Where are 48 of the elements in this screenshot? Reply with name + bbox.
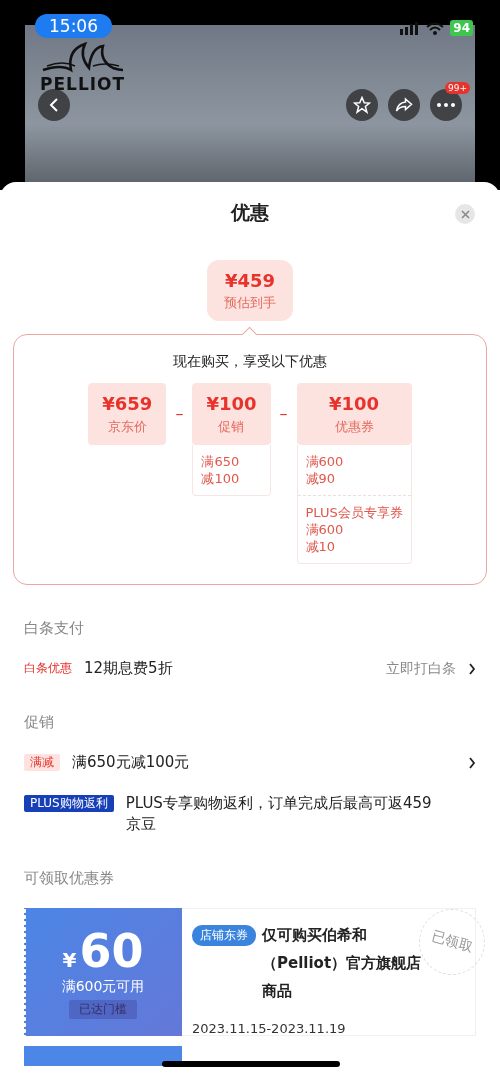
detail-text: 满600 xyxy=(305,453,345,470)
baitiao-tag: 白条优惠 xyxy=(24,658,72,679)
promo-tag: 满减 xyxy=(24,754,60,771)
minus-sign: – xyxy=(174,403,185,425)
tile-label: 京东价 xyxy=(107,417,147,436)
tile-amount: ¥100 xyxy=(329,392,380,414)
section-title: 可领取优惠券 xyxy=(24,869,115,888)
tile-amount: ¥100 xyxy=(206,392,257,414)
detail-text: 减90 xyxy=(305,470,337,487)
brand-logo-text: PELLIOT xyxy=(40,74,126,94)
tile-label: 促销 xyxy=(218,417,245,436)
promo-text: PLUS专享购物返利，订单完成后最高可返459京豆 xyxy=(125,793,433,835)
close-button[interactable] xyxy=(455,204,475,224)
coupon-dates: 2023.11.15-2023.11.19 xyxy=(192,1021,347,1036)
share-icon xyxy=(395,97,413,113)
status-time: 15:06 xyxy=(35,14,112,38)
promo-tag: PLUS购物返利 xyxy=(24,795,114,812)
chevron-right-icon[interactable] xyxy=(468,757,476,769)
minus-sign: – xyxy=(278,403,289,425)
sheet-title: 优惠 xyxy=(231,200,269,225)
battery-level: 94 xyxy=(450,20,473,36)
baitiao-link[interactable]: 立即打白条 xyxy=(386,658,456,679)
signal-icon xyxy=(400,21,421,35)
back-icon xyxy=(48,97,60,113)
section-title: 白条支付 xyxy=(24,619,85,638)
tile-amount: ¥659 xyxy=(102,392,153,414)
coupon-condition: 满600元可用 xyxy=(61,977,145,996)
wave-logo-icon xyxy=(40,40,125,74)
promo-text: 满650元减100元 xyxy=(72,752,191,773)
breakdown-heading: 现在购买，享受以下优惠 xyxy=(173,353,327,371)
coupon-amount: ¥60 xyxy=(62,925,144,976)
estimate-price: ¥459 xyxy=(224,269,276,291)
chevron-right-icon xyxy=(468,663,476,675)
detail-text: 减10 xyxy=(305,538,337,555)
detail-text: PLUS会员专享券 xyxy=(305,504,403,521)
coupon-tag: 店铺东券 xyxy=(192,925,256,946)
star-icon xyxy=(353,96,371,114)
detail-text: 满650 xyxy=(201,453,241,470)
section-title: 促销 xyxy=(24,713,55,732)
baitiao-offer: 12期息费5折 xyxy=(84,658,174,679)
coupon-status: 已达门槛 xyxy=(69,999,137,1019)
tile-label: 优惠券 xyxy=(334,417,374,436)
detail-text: 满600 xyxy=(305,521,345,538)
more-icon xyxy=(437,103,455,107)
wifi-icon xyxy=(426,21,445,35)
estimate-label: 预估到手 xyxy=(224,293,276,312)
close-icon xyxy=(460,209,470,219)
detail-text: 减100 xyxy=(201,470,241,487)
